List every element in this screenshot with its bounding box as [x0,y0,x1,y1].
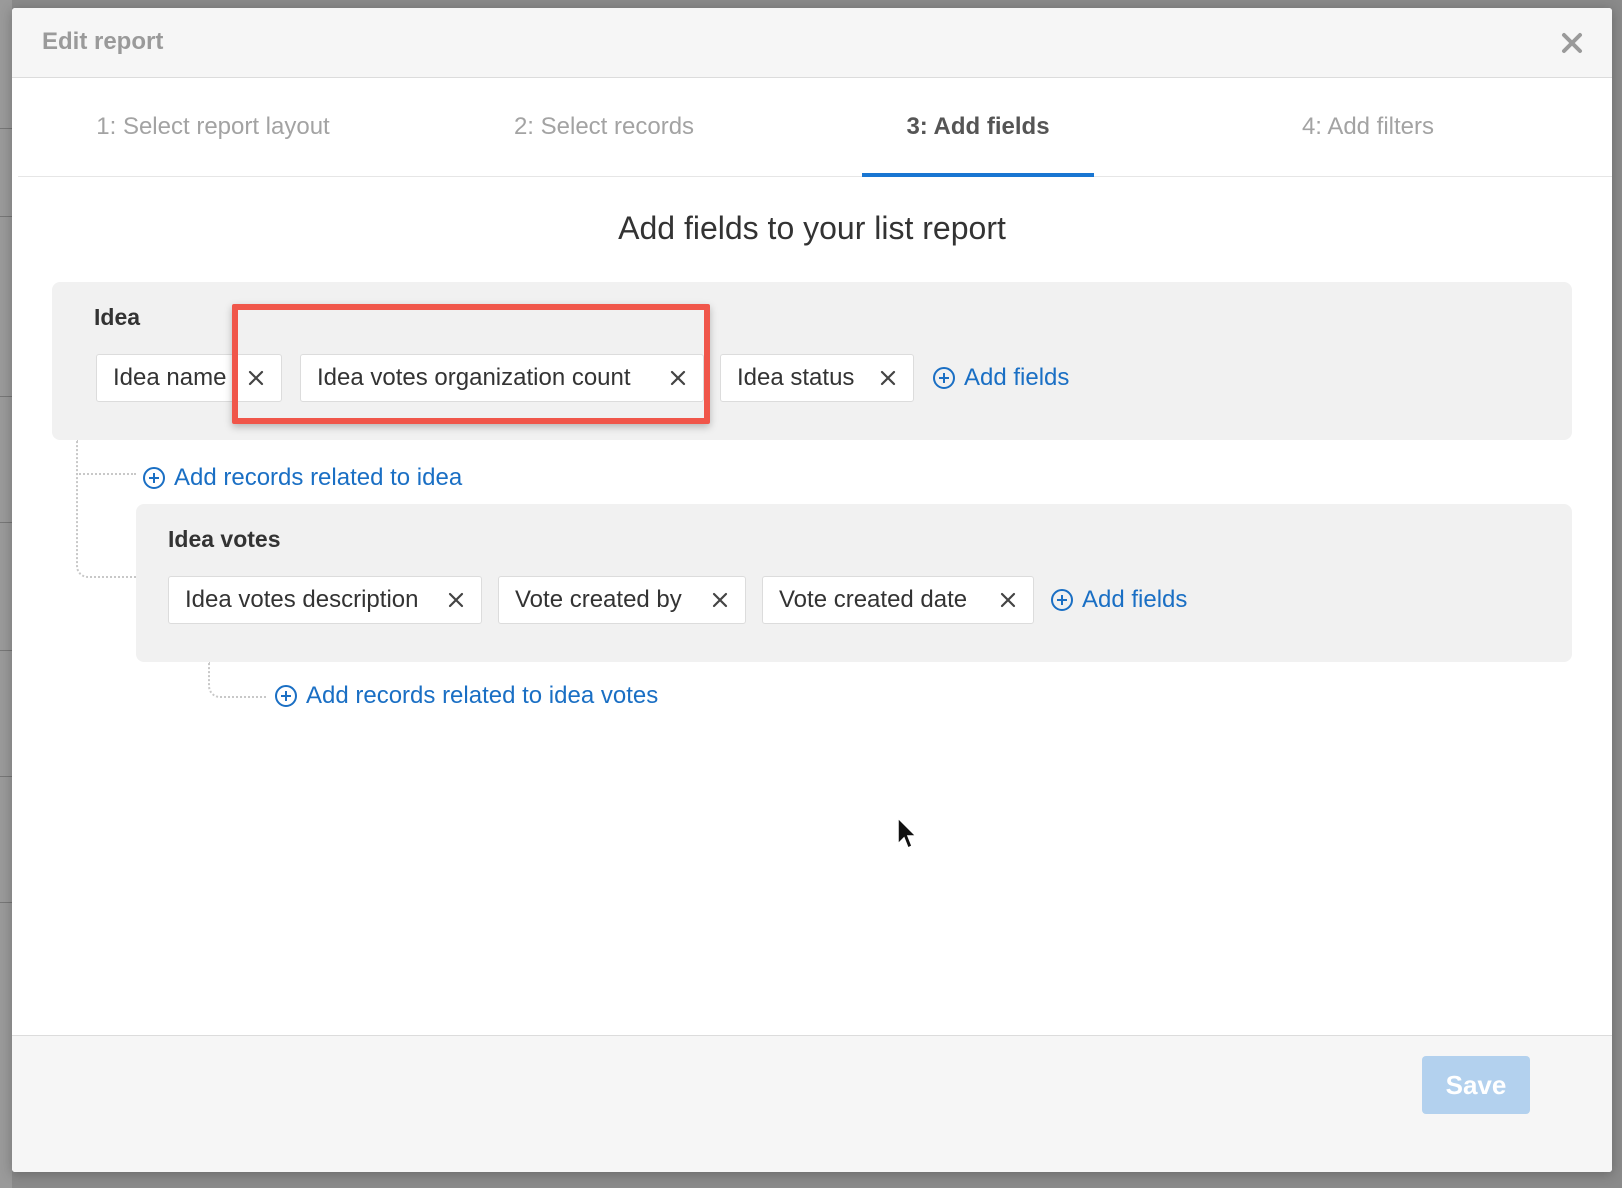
add-fields-link[interactable]: Add fields [1050,586,1187,614]
add-fields-link[interactable]: Add fields [932,364,1069,392]
remove-field-button[interactable] [877,367,899,389]
field-chip-label: Vote created by [515,586,682,613]
modal-footer: Save [12,1035,1612,1172]
plus-circle-icon [1050,588,1074,612]
plus-circle-icon [274,684,298,708]
tab-select-records[interactable]: 2: Select records [454,78,754,176]
add-related-records-idea-link[interactable]: Add records related to idea [142,464,462,492]
close-icon [448,592,464,608]
close-button[interactable] [1555,26,1589,60]
background-divider [0,902,12,903]
page-title: Add fields to your list report [618,210,1006,246]
tree-connector [76,440,138,578]
field-chip-vote-created-by: Vote created by [498,576,746,624]
field-chip-idea-status: Idea status [720,354,914,402]
annotation-highlight [232,304,710,424]
add-related-records-label: Add records related to idea votes [306,682,659,709]
add-fields-label: Add fields [964,364,1070,391]
close-icon [712,592,728,608]
add-fields-label: Add fields [1082,586,1188,613]
background-divider [0,650,12,651]
background-divider [0,396,12,397]
field-chip-label: Idea name [113,364,227,391]
background-divider [0,522,12,523]
tab-add-fields[interactable]: 3: Add fields [862,78,1094,177]
save-button[interactable]: Save [1422,1056,1530,1114]
add-related-records-label: Add records related to idea [174,464,463,491]
tab-add-filters[interactable]: 4: Add filters [1258,78,1478,176]
field-chip-idea-votes-description: Idea votes description [168,576,482,624]
idea-panel-title: Idea [94,304,141,330]
field-chip-label: Idea status [737,364,855,391]
mouse-pointer-icon [896,816,920,857]
modal-title: Edit report [42,28,164,55]
close-icon [1000,592,1016,608]
field-chip-label: Vote created date [779,586,968,613]
remove-field-button[interactable] [709,589,731,611]
field-chip-vote-created-date: Vote created date [762,576,1034,624]
modal-header: Edit report [12,8,1612,78]
close-icon [1562,33,1582,53]
close-icon [880,370,896,386]
idea-votes-panel-title: Idea votes [168,526,281,552]
wizard-tabs: 1: Select report layout 2: Select record… [18,78,1612,177]
tree-connector [208,662,266,698]
tab-select-report-layout[interactable]: 1: Select report layout [68,78,358,176]
remove-field-button[interactable] [445,589,467,611]
remove-field-button[interactable] [997,589,1019,611]
edit-report-modal: Edit report 1: Select report layout 2: S… [12,8,1612,1172]
plus-circle-icon [142,466,166,490]
background-divider [0,128,12,129]
background-divider [0,776,12,777]
tree-connector [76,473,136,475]
background-page [0,0,12,1188]
add-related-records-idea-votes-link[interactable]: Add records related to idea votes [274,682,658,710]
background-divider [0,216,12,217]
idea-votes-panel: Idea votes Idea votes description Vote c… [136,504,1572,662]
field-chip-label: Idea votes description [185,586,419,613]
plus-circle-icon [932,366,956,390]
